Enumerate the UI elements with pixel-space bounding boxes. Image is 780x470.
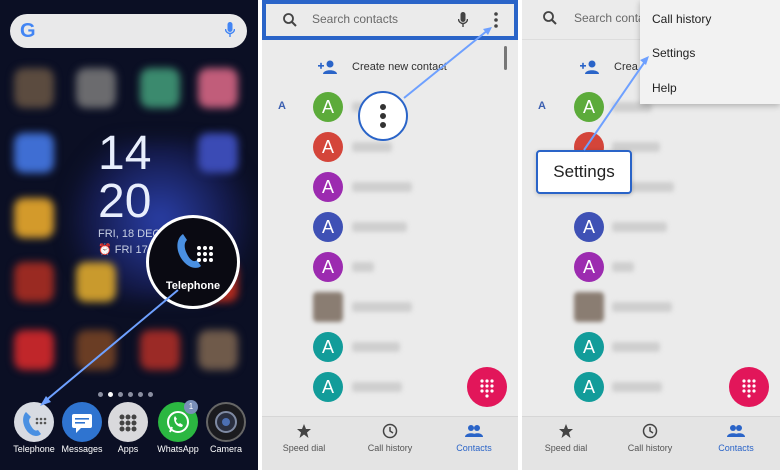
contacts-panel-menu: Search conta Crea A A A A A A Call histo… (522, 0, 780, 470)
pointer-arrow (403, 27, 492, 99)
home-screen-panel: G 14 20 FRI, 18 DEC ⏰ FRI 17 Telephone T… (0, 0, 258, 470)
contacts-panel-kebab: Search contacts Create new contact A A A… (262, 0, 518, 470)
pointer-arrow (583, 56, 649, 151)
pointer-arrow (40, 289, 179, 406)
